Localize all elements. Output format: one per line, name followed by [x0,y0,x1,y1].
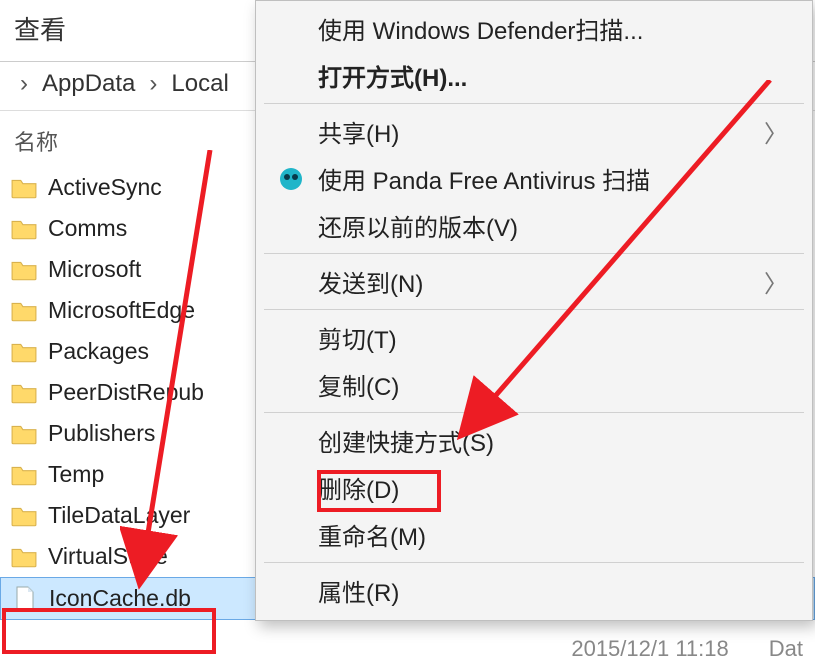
status-bar: 2015/12/1 11:18 Dat [571,636,803,662]
breadcrumb-sep: › [149,70,157,98]
ctx-label: 删除(D) [318,470,792,505]
breadcrumb-local[interactable]: Local [171,70,228,98]
folder-icon [10,381,38,405]
chevron-right-icon: 〉 [764,114,792,149]
ctx-rename[interactable]: 重命名(M) [256,511,812,558]
ctx-separator [264,562,804,563]
ctx-send-to[interactable]: 发送到(N) 〉 [256,258,812,305]
ctx-separator [264,253,804,254]
ctx-label: 剪切(T) [318,320,792,355]
panda-icon [276,166,306,192]
folder-icon [10,422,38,446]
context-menu: 使用 Windows Defender扫描... 打开方式(H)... 共享(H… [255,0,813,621]
folder-icon [10,299,38,323]
breadcrumb-sep: › [20,70,28,98]
ctx-label: 使用 Windows Defender扫描... [318,11,792,46]
file-label: Publishers [48,420,155,447]
ctx-defender-scan[interactable]: 使用 Windows Defender扫描... [256,5,812,52]
ctx-label: 重命名(M) [318,517,792,552]
file-label: TileDataLayer [48,502,190,529]
breadcrumb-appdata[interactable]: AppData [42,70,135,98]
folder-icon [10,176,38,200]
folder-icon [10,217,38,241]
ctx-properties[interactable]: 属性(R) [256,567,812,614]
ctx-label: 创建快捷方式(S) [318,423,792,458]
ctx-label: 打开方式(H)... [318,58,792,93]
file-label: VirtualStore [48,543,168,570]
ctx-label: 复制(C) [318,367,792,402]
file-label: MicrosoftEdge [48,297,195,324]
ctx-separator [264,412,804,413]
chevron-right-icon: 〉 [764,264,792,299]
ctx-label: 属性(R) [318,573,792,608]
file-icon [11,587,39,611]
file-label: ActiveSync [48,174,162,201]
ctx-restore-previous[interactable]: 还原以前的版本(V) [256,202,812,249]
file-label: Packages [48,338,149,365]
ctx-cut[interactable]: 剪切(T) [256,314,812,361]
file-label: Temp [48,461,104,488]
ctx-create-shortcut[interactable]: 创建快捷方式(S) [256,417,812,464]
ctx-open-with[interactable]: 打开方式(H)... [256,52,812,99]
ctx-separator [264,309,804,310]
ctx-share[interactable]: 共享(H) 〉 [256,108,812,155]
ctx-label: 还原以前的版本(V) [318,208,792,243]
folder-icon [10,258,38,282]
ctx-label: 共享(H) [318,114,752,149]
status-date: 2015/12/1 11:18 [571,636,728,662]
ctx-delete[interactable]: 删除(D) [256,464,812,511]
folder-icon [10,545,38,569]
ctx-panda-scan[interactable]: 使用 Panda Free Antivirus 扫描 [256,155,812,202]
ctx-separator [264,103,804,104]
status-type: Dat [769,636,803,662]
ctx-label: 使用 Panda Free Antivirus 扫描 [318,161,792,196]
ctx-label: 发送到(N) [318,264,752,299]
file-label: PeerDistRepub [48,379,204,406]
folder-icon [10,504,38,528]
folder-icon [10,340,38,364]
file-label: Microsoft [48,256,141,283]
file-label: Comms [48,215,127,242]
file-label: IconCache.db [49,585,191,612]
ctx-copy[interactable]: 复制(C) [256,361,812,408]
menu-view[interactable]: 查看 [14,15,66,45]
folder-icon [10,463,38,487]
